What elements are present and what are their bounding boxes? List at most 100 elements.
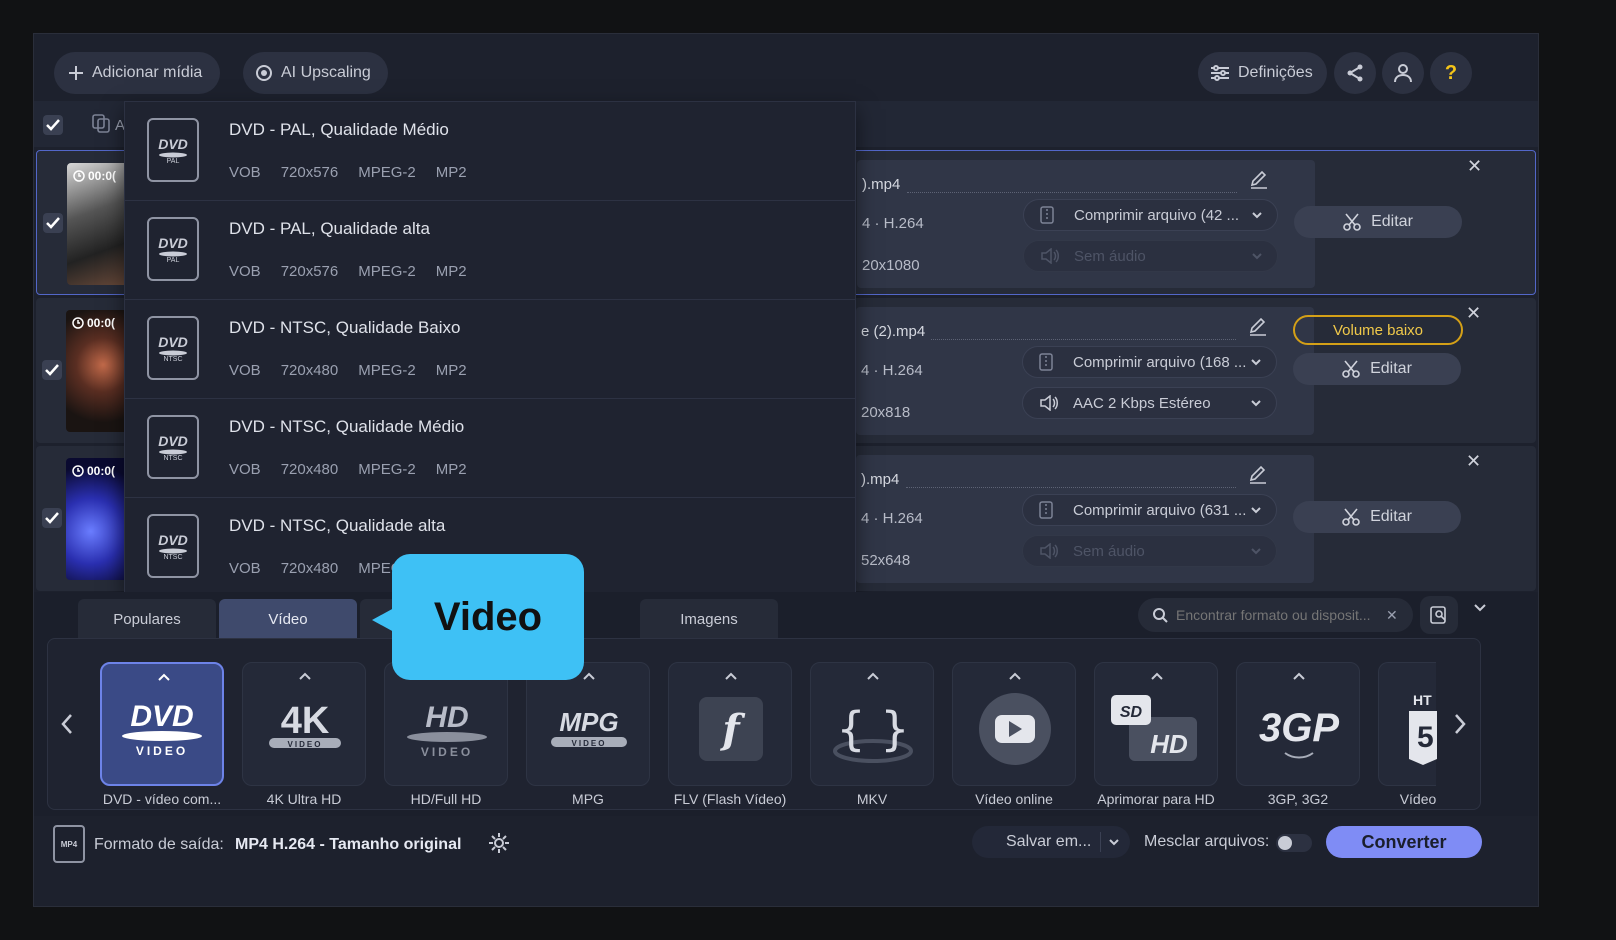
edit-button[interactable]: Editar xyxy=(1294,206,1462,238)
remove-file-icon[interactable]: ✕ xyxy=(1467,156,1482,177)
chevron-down-icon xyxy=(1252,212,1262,219)
duration-text: 00:0( xyxy=(88,169,117,183)
rename-pencil-icon[interactable] xyxy=(1248,465,1268,485)
settings-button[interactable]: Definições xyxy=(1198,52,1327,94)
flash-icon: f xyxy=(699,697,763,761)
compress-select[interactable]: Comprimir arquivo (168 ... xyxy=(1022,346,1277,378)
chevron-down-icon xyxy=(1251,548,1261,555)
format-tile-mkv[interactable]: { } xyxy=(810,662,934,786)
convert-button[interactable]: Converter xyxy=(1326,826,1482,858)
file-name[interactable]: ).mp4 xyxy=(861,471,899,488)
format-tile-4k[interactable]: 4K VIDEO xyxy=(242,662,366,786)
select-all-checkbox[interactable] xyxy=(43,115,63,135)
dvd-disc-icon: DVD NTSC xyxy=(147,316,199,380)
remove-file-icon[interactable]: ✕ xyxy=(1466,451,1481,472)
svg-text:3GP: 3GP xyxy=(1259,706,1339,750)
format-search[interactable]: ✕ xyxy=(1138,598,1413,632)
check-icon xyxy=(45,364,59,376)
duration: 00:0( xyxy=(73,169,116,183)
compress-select[interactable]: Comprimir arquivo (42 ... xyxy=(1023,199,1278,231)
file-checkbox[interactable] xyxy=(42,508,62,528)
preset-specs: VOB 720x480 MPEG-2 MP2 xyxy=(229,461,467,478)
edit-button[interactable]: Editar xyxy=(1293,501,1461,533)
rename-pencil-icon[interactable] xyxy=(1249,170,1269,190)
zip-icon xyxy=(1039,501,1053,519)
spec-audio-codec: MP2 xyxy=(435,164,467,181)
ai-upscaling-button[interactable]: AI Upscaling xyxy=(243,52,388,94)
video-thumbnail[interactable]: 00:0( xyxy=(67,163,129,285)
output-settings-gear-icon[interactable] xyxy=(487,831,511,855)
search-icon xyxy=(1153,608,1168,623)
copy-icon[interactable] xyxy=(92,114,112,134)
file-name[interactable]: e (2).mp4 xyxy=(861,323,925,340)
format-tile-flv[interactable]: f xyxy=(668,662,792,786)
3gp-icon: 3GP xyxy=(1259,706,1339,759)
hd-icon: HD VIDEO xyxy=(407,701,487,759)
spec-resolution: 720x480 xyxy=(280,362,339,379)
spec-resolution: 720x480 xyxy=(280,560,339,577)
format-tile-hd[interactable]: HD VIDEO xyxy=(384,662,508,786)
video-thumbnail[interactable]: 00:0( xyxy=(66,310,128,432)
format-search-input[interactable] xyxy=(1176,607,1386,623)
share-button[interactable] xyxy=(1334,52,1376,94)
edit-label: Editar xyxy=(1370,360,1412,377)
format-tile-mpg[interactable]: MPG VIDEO xyxy=(526,662,650,786)
tab-popular[interactable]: Populares xyxy=(78,599,216,639)
preset-item[interactable]: DVD PAL DVD - PAL, Qualidade alta VOB 720… xyxy=(125,201,855,300)
carousel-prev-icon[interactable] xyxy=(59,712,75,736)
rename-pencil-icon[interactable] xyxy=(1248,317,1268,337)
video-thumbnail[interactable]: 00:0( xyxy=(66,458,128,580)
file-name[interactable]: ).mp4 xyxy=(862,176,900,193)
svg-text:HT: HT xyxy=(1413,692,1432,708)
detect-device-button[interactable] xyxy=(1420,596,1458,634)
format-tile-3gp[interactable]: 3GP xyxy=(1236,662,1360,786)
audio-select[interactable]: Sem áudio xyxy=(1022,535,1277,567)
device-search-icon xyxy=(1430,606,1446,624)
format-tile-upscale[interactable]: HD SD xyxy=(1094,662,1218,786)
svg-text:MPG: MPG xyxy=(559,707,618,737)
speaker-icon xyxy=(1040,543,1058,559)
preset-specs: VOB 720x480 MPEG xyxy=(229,560,402,577)
account-button[interactable] xyxy=(1382,52,1424,94)
file-checkbox[interactable] xyxy=(42,360,62,380)
spec-video-codec: MPEG-2 xyxy=(358,461,416,478)
sliders-icon xyxy=(1211,65,1229,81)
tab-video[interactable]: Vídeo xyxy=(219,599,357,639)
standard-label: NTSC xyxy=(163,454,183,462)
format-label: Vídeo xyxy=(1399,791,1437,807)
add-media-label: Adicionar mídia xyxy=(92,64,203,81)
file-checkbox[interactable] xyxy=(43,213,63,233)
audio-select[interactable]: AAC 2 Kbps Estéreo xyxy=(1022,387,1277,419)
separator xyxy=(1100,832,1101,852)
output-format-value[interactable]: MP4 H.264 - Tamanho original xyxy=(235,836,461,854)
merge-files-label: Mesclar arquivos: xyxy=(1144,833,1270,850)
collapse-panel-icon[interactable] xyxy=(1472,600,1488,616)
tab-images[interactable]: Imagens xyxy=(640,599,778,639)
svg-text:VIDEO: VIDEO xyxy=(572,739,607,748)
svg-text:HD: HD xyxy=(1150,729,1188,759)
low-volume-badge[interactable]: Volume baixo xyxy=(1293,315,1463,345)
merge-files-toggle[interactable] xyxy=(1276,834,1312,852)
callout-pointer xyxy=(372,608,394,632)
edit-button[interactable]: Editar xyxy=(1293,353,1461,385)
preset-title: DVD - NTSC, Qualidade Baixo xyxy=(229,318,461,337)
compress-select[interactable]: Comprimir arquivo (631 ... xyxy=(1022,494,1277,526)
format-tile-dvd[interactable]: DVD VIDEO xyxy=(100,662,224,786)
save-in-dropdown[interactable]: Salvar em... xyxy=(972,826,1130,858)
preset-item[interactable]: DVD NTSC DVD - NTSC, Qualidade Médio VOB… xyxy=(125,399,855,498)
duration: 00:0( xyxy=(72,316,115,330)
remove-file-icon[interactable]: ✕ xyxy=(1466,303,1481,324)
preset-item[interactable]: DVD PAL DVD - PAL, Qualidade Médio VOB 72… xyxy=(125,102,855,201)
format-tile-html5[interactable]: HT 5 xyxy=(1378,662,1437,786)
chevron-down-icon xyxy=(1109,839,1119,846)
duration-text: 00:0( xyxy=(87,316,116,330)
preset-item[interactable]: DVD NTSC DVD - NTSC, Qualidade Baixo VOB… xyxy=(125,300,855,399)
audio-select[interactable]: Sem áudio xyxy=(1023,240,1278,272)
help-button[interactable]: ? xyxy=(1430,52,1472,94)
carousel-next-icon[interactable] xyxy=(1452,712,1468,736)
format-tile-online[interactable] xyxy=(952,662,1076,786)
audio-value: AAC 2 Kbps Estéreo xyxy=(1073,394,1211,412)
audio-value: Sem áudio xyxy=(1073,542,1145,560)
add-media-button[interactable]: Adicionar mídia xyxy=(54,52,220,94)
clear-search-icon[interactable]: ✕ xyxy=(1386,607,1398,624)
